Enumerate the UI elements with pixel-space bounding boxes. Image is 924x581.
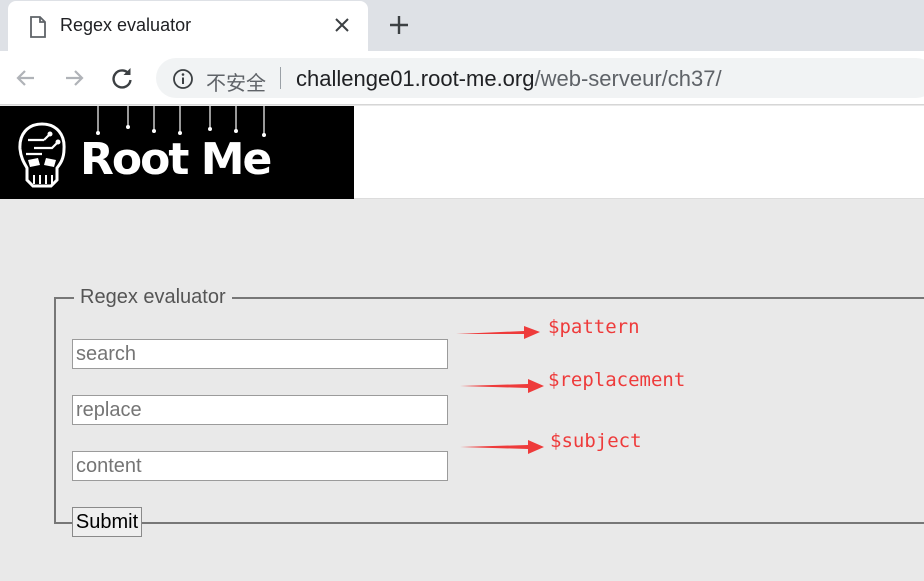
forward-icon[interactable] [60,64,88,92]
annotation-arrow-subject [460,440,544,454]
url-text[interactable]: challenge01.root-me.org/web-serveur/ch37… [296,66,722,92]
submit-button[interactable]: Submit [72,507,142,537]
security-label[interactable]: 不安全 [206,67,266,96]
address-bar[interactable]: 不安全 challenge01.root-me.org/web-serveur/… [156,58,924,98]
replace-input[interactable] [72,395,448,425]
logo-text: Root Me [80,134,272,185]
reload-icon[interactable] [108,64,136,92]
form-legend: Regex evaluator [80,286,226,308]
browser-tab[interactable]: Regex evaluator [8,1,368,51]
annotation-arrow-pattern [456,326,540,339]
url-host: challenge01.root-me.org [296,66,535,91]
back-icon[interactable] [12,64,40,92]
site-logo[interactable]: Root Me [0,106,354,199]
tab-strip: Regex evaluator [0,0,924,51]
annotation-replacement: $replacement [548,369,686,391]
annotation-pattern: $pattern [548,316,640,338]
site-header: Root Me [0,106,924,199]
browser-toolbar: 不安全 challenge01.root-me.org/web-serveur/… [0,51,924,105]
content-input[interactable] [72,451,448,481]
close-icon[interactable] [330,13,354,37]
tab-title: Regex evaluator [60,15,192,35]
document-icon [30,16,46,38]
url-separator [280,67,281,89]
url-path: /web-serveur/ch37/ [534,66,722,91]
annotation-subject: $subject [550,430,642,452]
new-tab-icon[interactable] [384,10,414,40]
skull-icon [18,122,66,188]
annotation-arrow-replacement [460,379,544,393]
search-input[interactable] [72,339,448,369]
info-icon[interactable] [172,68,194,90]
